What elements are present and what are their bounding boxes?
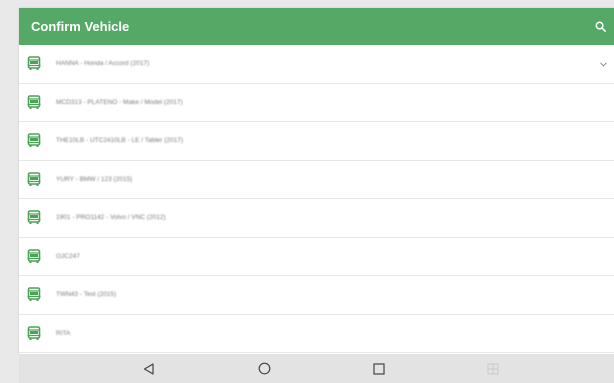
vehicle-label: RITA [56, 329, 71, 337]
bus-icon [25, 247, 43, 265]
vehicle-list: HANNA - Honda / Accord (2017) MCD313 - P… [19, 45, 614, 353]
bus-icon [25, 286, 43, 304]
home-circle-icon[interactable] [249, 354, 279, 383]
recents-square-icon[interactable] [364, 354, 394, 383]
split-screen-icon[interactable] [478, 354, 508, 383]
bus-icon [25, 324, 43, 342]
vehicle-label: OJC247 [56, 252, 80, 260]
bus-icon [25, 209, 43, 227]
vehicle-label: TWN43 - Test (2015) [56, 291, 117, 299]
vehicle-row[interactable]: MCD313 - PLATENO - Make / Model (2017) [19, 84, 614, 122]
vehicle-row[interactable]: 1901 - PRO1142 - Volvo / VNC (2012) [19, 199, 614, 238]
vehicle-label: THE10LB - UTC2410LB - LE / Tabler (2017) [56, 137, 184, 145]
vehicle-row[interactable]: TWN43 - Test (2015) [19, 276, 614, 315]
vehicle-label: HANNA - Honda / Accord (2017) [56, 60, 150, 68]
vehicle-label: 1901 - PRO1142 - Volvo / VNC (2012) [56, 214, 166, 222]
bus-icon [25, 170, 43, 188]
system-nav-bar [19, 354, 614, 383]
vehicle-row[interactable]: THE10LB - UTC2410LB - LE / Tabler (2017) [19, 122, 614, 161]
bus-icon [25, 93, 43, 111]
vehicle-row[interactable]: YURY - BMW / 123 (2015) [19, 161, 614, 199]
back-triangle-icon[interactable] [134, 354, 164, 383]
vehicle-row[interactable]: OJC247 [19, 238, 614, 276]
chevron-down-icon[interactable] [598, 59, 608, 69]
page-title: Confirm Vehicle [31, 19, 130, 34]
search-icon[interactable] [592, 19, 608, 35]
vehicle-row[interactable]: RITA [19, 315, 614, 353]
bus-icon [25, 55, 43, 73]
vehicle-label: MCD313 - PLATENO - Make / Model (2017) [56, 98, 183, 106]
bus-icon [25, 132, 43, 150]
app-bar: Confirm Vehicle [19, 8, 614, 45]
vehicle-row[interactable]: HANNA - Honda / Accord (2017) [19, 45, 614, 84]
app-window: Confirm Vehicle HANNA - Honda / Accord (… [19, 8, 614, 354]
vehicle-label: YURY - BMW / 123 (2015) [56, 175, 133, 183]
